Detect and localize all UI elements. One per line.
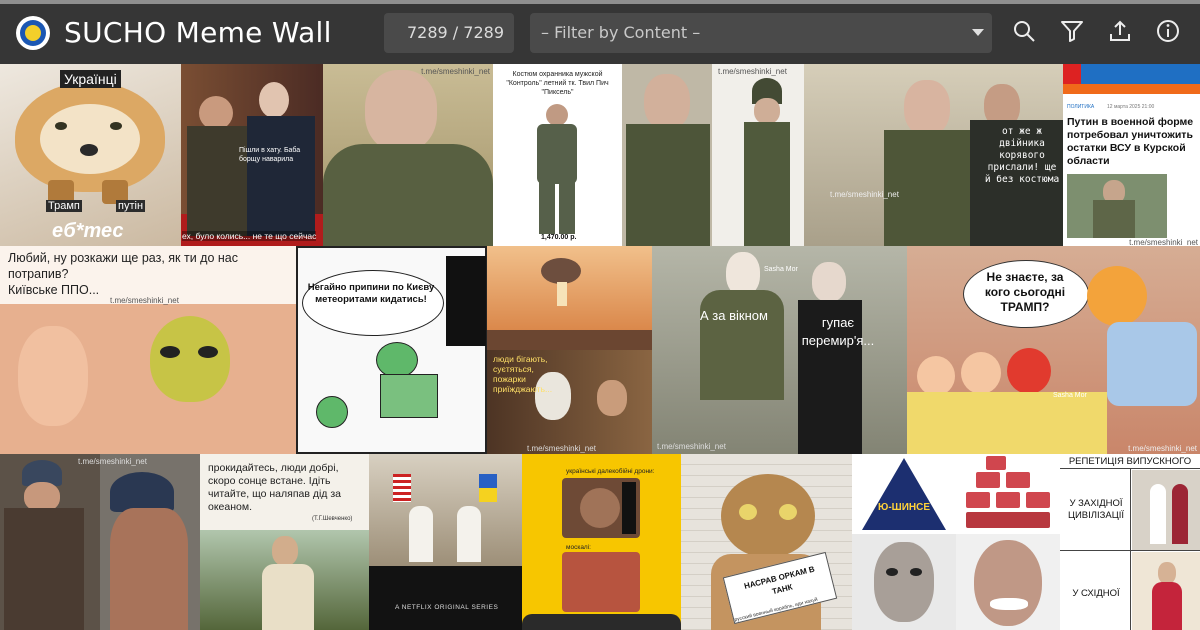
meme-card[interactable]: t.me/smeshinki_net bbox=[0, 454, 200, 630]
meme-card[interactable]: українські далекобійні дрони: москалі: bbox=[522, 454, 681, 630]
chevron-down-icon bbox=[972, 29, 984, 36]
meme-card[interactable]: А за вікном гупає перемир'я... Sasha Mor… bbox=[652, 246, 907, 454]
filter-icon[interactable] bbox=[1059, 18, 1085, 44]
meme-card[interactable] bbox=[852, 534, 956, 630]
meme-card[interactable]: Костюм охранника мужской "Контроль" летн… bbox=[493, 64, 622, 246]
meme-card[interactable]: Негайно припини по Києву метеоритами кид… bbox=[296, 246, 487, 454]
upload-icon[interactable] bbox=[1107, 18, 1133, 44]
meme-card[interactable]: прокидайтесь, люди добрі, скоро сонце вс… bbox=[200, 454, 369, 630]
meme-card[interactable]: Пішли в хату. Баба борщу наварила ех, бу… bbox=[181, 64, 323, 246]
sucho-logo[interactable] bbox=[16, 16, 50, 50]
meme-card[interactable]: ПОЛИТИКА 12 марта 2025 21:00 Путин в вое… bbox=[1063, 64, 1200, 246]
meme-card[interactable]: Ю-ШИНСЕ bbox=[852, 454, 956, 534]
meme-card[interactable]: Любий, ну розкажи ще раз, як ти до нас п… bbox=[0, 246, 296, 454]
meme-card[interactable]: Українці Трамп путін еб*тес bbox=[0, 64, 181, 246]
meme-card[interactable]: Не знаєте, за кого сьогодні ТРАМП? Sasha… bbox=[907, 246, 1200, 454]
meme-card[interactable] bbox=[956, 454, 1060, 534]
app-header: SUCHO Meme Wall 7289 / 7289 – Filter by … bbox=[0, 4, 1200, 64]
info-icon[interactable] bbox=[1155, 18, 1181, 44]
meme-card[interactable]: t.me/smeshinki_net bbox=[622, 64, 804, 246]
app-title: SUCHO Meme Wall bbox=[64, 16, 332, 49]
meme-card[interactable] bbox=[956, 534, 1060, 630]
meme-card[interactable]: t.me/smeshinki_net bbox=[323, 64, 493, 246]
filter-placeholder: – Filter by Content – bbox=[541, 23, 701, 42]
meme-card[interactable]: люди бігають, суєтяться, пожарки приїждж… bbox=[487, 350, 652, 454]
meme-card[interactable] bbox=[487, 246, 652, 350]
meme-card[interactable]: РЕПЕТИЦІЯ ВИПУСКНОГО У ЗАХІДНОЇ ЦИВІЛІЗА… bbox=[1060, 454, 1200, 630]
meme-card[interactable]: A NETFLIX ORIGINAL SERIES bbox=[369, 454, 522, 630]
meme-grid: Українці Трамп путін еб*тес Пішли в хату… bbox=[0, 64, 1200, 630]
meme-counter: 7289 / 7289 bbox=[384, 13, 514, 53]
content-filter-select[interactable]: – Filter by Content – bbox=[530, 13, 992, 53]
search-icon[interactable] bbox=[1011, 18, 1037, 44]
meme-card[interactable]: от же ж двійника корявого прислали! ще й… bbox=[804, 64, 1063, 246]
meme-card[interactable]: НАСРАВ ОРКАМ В ТАНК русский военный кора… bbox=[681, 454, 852, 630]
